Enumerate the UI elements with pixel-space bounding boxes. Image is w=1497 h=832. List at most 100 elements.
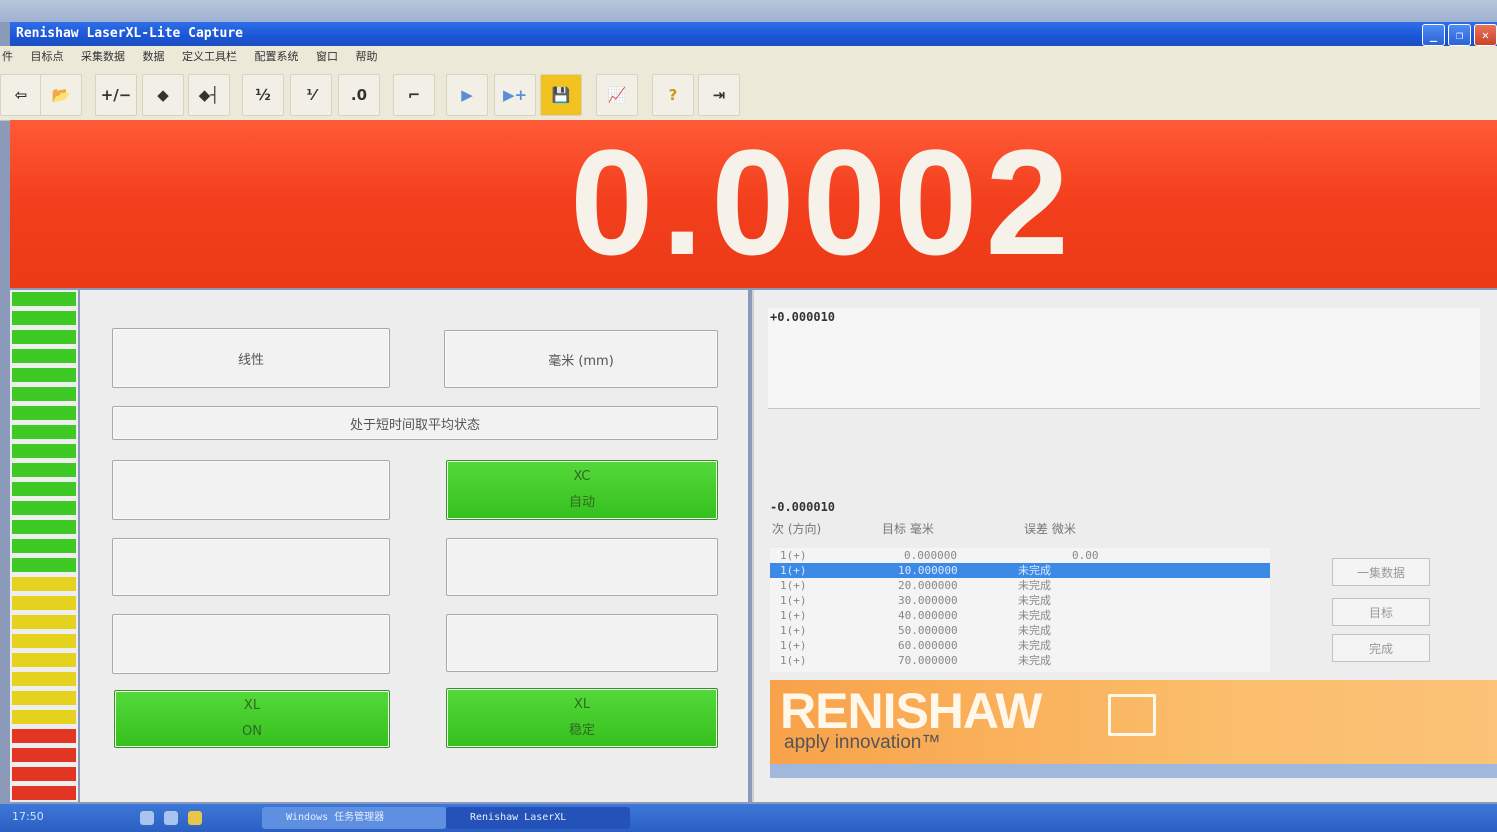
ie-icon[interactable] — [140, 811, 154, 825]
units-label: 毫米 (mm) — [548, 353, 614, 369]
table-row[interactable]: 1(+) 60.000000 未完成 — [770, 638, 1270, 653]
averaging-status-label: 处于短时间取平均状态 — [349, 417, 480, 433]
signal-segment — [12, 653, 76, 667]
open-folder-icon[interactable]: 📂 — [40, 74, 82, 116]
target-button[interactable]: 目标 — [1332, 598, 1430, 626]
signal-segment — [12, 729, 76, 743]
signal-segment — [12, 634, 76, 648]
readout-value: 0.0002 — [570, 118, 1077, 286]
xl-stable-state: 稳定 — [568, 723, 595, 738]
status-panel: 线性 毫米 (mm) 处于短时间取平均状态 XC 自动 XL ON XL 稳定 — [80, 290, 748, 802]
taskbar-task-manager[interactable]: Windows 任务管理器 — [262, 807, 446, 829]
signal-strength-bar — [10, 290, 78, 802]
menu-help[interactable]: 帮助 — [356, 46, 378, 68]
maximize-button[interactable]: ❐ — [1448, 24, 1471, 46]
signal-segment — [12, 710, 76, 724]
empty-status-box — [446, 538, 718, 596]
signal-segment — [12, 767, 76, 781]
menu-capture-data[interactable]: 采集数据 — [81, 46, 125, 68]
signal-segment — [12, 596, 76, 610]
menu-configure-system[interactable]: 配置系统 — [255, 46, 299, 68]
measurement-readout: 0.0002 — [10, 120, 1497, 288]
signal-segment — [12, 444, 76, 458]
plot-upper-label: +0.000010 — [770, 310, 836, 324]
title-bar[interactable]: Renishaw LaserXL-Lite Capture _ ❐ ✕ — [10, 22, 1497, 46]
xl-stable-indicator: XL 稳定 — [446, 688, 718, 748]
chart-icon[interactable]: 📈 — [596, 74, 638, 116]
menu-data[interactable]: 数据 — [143, 46, 165, 68]
taskbar-clock: 17:50 — [12, 810, 44, 823]
table-row[interactable]: 1(+) 0.000000 0.00 — [770, 548, 1270, 563]
plus-minus-icon[interactable]: +/− — [95, 74, 137, 116]
plot-lower-label: -0.000010 — [770, 500, 836, 514]
taskbar: 17:50 Windows 任务管理器 Renishaw LaserXL — [0, 804, 1497, 832]
xl-on-indicator: XL ON — [114, 690, 390, 748]
signal-segment — [12, 387, 76, 401]
folder-icon[interactable] — [188, 811, 202, 825]
signal-segment — [12, 349, 76, 363]
brand-tagline: apply innovation™ — [784, 732, 941, 753]
signal-segment — [12, 311, 76, 325]
table-row[interactable]: 1(+) 10.000000 未完成 — [770, 563, 1270, 578]
signal-segment — [12, 577, 76, 591]
renishaw-mark-icon — [1108, 694, 1156, 736]
target-icon[interactable]: ◆ — [142, 74, 184, 116]
target-set-icon[interactable]: ◆┤ — [188, 74, 230, 116]
signal-segment — [12, 425, 76, 439]
table-row[interactable]: 1(+) 40.000000 未完成 — [770, 608, 1270, 623]
exit-icon[interactable]: ⇥ — [698, 74, 740, 116]
taskbar-laserxl[interactable]: Renishaw LaserXL — [446, 807, 630, 829]
mode-label: 线性 — [237, 352, 264, 368]
minimize-button[interactable]: _ — [1422, 24, 1445, 46]
menu-window[interactable]: 窗口 — [316, 46, 338, 68]
xc-state: 自动 — [568, 495, 595, 510]
signal-segment — [12, 482, 76, 496]
target-list[interactable]: 1(+) 0.000000 0.00 1(+) 10.000000 未完成 1(… — [770, 548, 1270, 672]
averaging-status: 处于短时间取平均状态 — [112, 406, 718, 440]
menu-file[interactable]: 件 — [2, 46, 13, 68]
screen-bezel — [0, 0, 1497, 22]
table-row[interactable]: 1(+) 30.000000 未完成 — [770, 593, 1270, 608]
help-icon[interactable]: ? — [652, 74, 694, 116]
renishaw-logo-banner: RENISHAW apply innovation™ — [770, 680, 1497, 764]
table-row[interactable]: 1(+) 70.000000 未完成 — [770, 653, 1270, 668]
mode-display: 线性 — [112, 328, 390, 388]
xl-stable-label: XL — [573, 697, 591, 712]
decimal-icon[interactable]: .0 — [338, 74, 380, 116]
menu-target-points[interactable]: 目标点 — [31, 46, 64, 68]
menu-define-toolbar[interactable]: 定义工具栏 — [182, 46, 237, 68]
fraction-alt-icon[interactable]: ⅟ — [290, 74, 332, 116]
empty-status-box — [446, 614, 718, 672]
xl-on-label: XL — [243, 698, 261, 713]
signal-segment — [12, 368, 76, 382]
header-error: 误差 微米 — [1024, 522, 1076, 536]
close-button[interactable]: ✕ — [1474, 24, 1497, 46]
window-title: Renishaw LaserXL-Lite Capture — [16, 26, 243, 41]
status-strip — [770, 764, 1497, 778]
signal-segment — [12, 691, 76, 705]
units-display: 毫米 (mm) — [444, 330, 718, 388]
empty-status-box — [112, 538, 390, 596]
signal-segment — [12, 520, 76, 534]
signal-segment — [12, 292, 76, 306]
finish-button[interactable]: 完成 — [1332, 634, 1430, 662]
signal-segment — [12, 406, 76, 420]
menu-bar: 件 目标点 采集数据 数据 定义工具栏 配置系统 窗口 帮助 — [0, 46, 1497, 68]
play-icon[interactable]: ▶ — [446, 74, 488, 116]
play-add-icon[interactable]: ▶+ — [494, 74, 536, 116]
table-row[interactable]: 1(+) 50.000000 未完成 — [770, 623, 1270, 638]
signal-segment — [12, 330, 76, 344]
signal-segment — [12, 558, 76, 572]
capture-data-button[interactable]: 一集数据 — [1332, 558, 1430, 586]
save-icon[interactable]: 💾 — [540, 74, 582, 116]
header-target: 目标 毫米 — [882, 522, 934, 536]
signal-segment — [12, 463, 76, 477]
xc-label: XC — [573, 469, 591, 484]
table-row[interactable]: 1(+) 20.000000 未完成 — [770, 578, 1270, 593]
data-panel: +0.000010 -0.000010 次 (方向) 目标 毫米 误差 微米 1… — [752, 290, 1497, 802]
show-desktop-icon[interactable] — [164, 811, 178, 825]
back-arrow-icon[interactable]: ⇦ — [0, 74, 42, 116]
curve-icon[interactable]: ⌐ — [393, 74, 435, 116]
fraction-icon[interactable]: ½ — [242, 74, 284, 116]
signal-segment — [12, 501, 76, 515]
